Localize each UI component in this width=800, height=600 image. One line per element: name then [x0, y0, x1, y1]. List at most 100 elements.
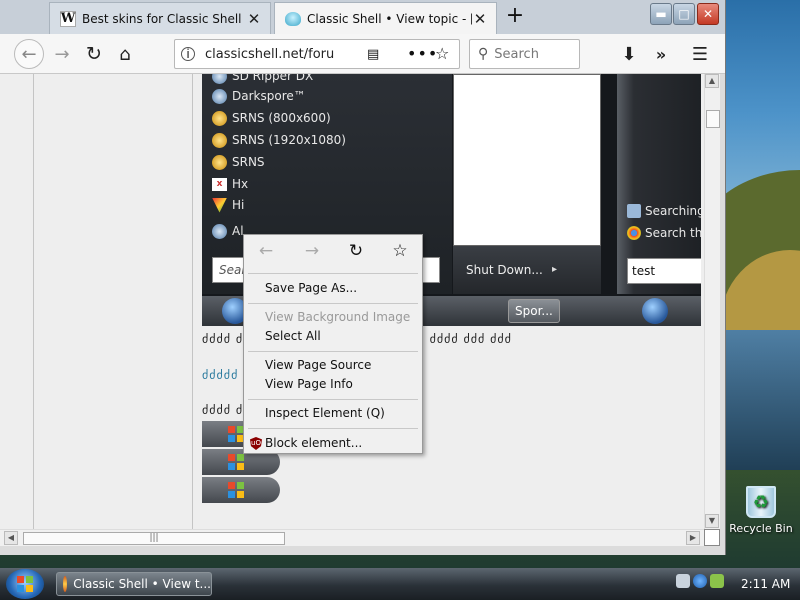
new-tab-button[interactable]: +	[503, 4, 527, 30]
page-content: SD Ripper DX Darkspore™ SRNS (800x600) S…	[0, 74, 704, 529]
menu-item-save-page-as[interactable]: Save Page As...	[265, 281, 357, 295]
forward-button[interactable]: →	[48, 40, 76, 68]
column-divider	[33, 74, 34, 529]
reload-button[interactable]: ↻	[80, 40, 108, 68]
start-item: SD Ripper DX	[212, 74, 313, 86]
close-tab-icon[interactable]: ✕	[472, 10, 488, 28]
search-field-value: test	[627, 258, 701, 284]
vertical-scroll-thumb[interactable]	[706, 110, 720, 128]
app-icon	[212, 132, 227, 148]
shut-down-label: Shut Down...	[466, 263, 543, 277]
horizontal-scrollbar[interactable]: ◀ ||| ▶	[0, 529, 704, 546]
tab-classic-shell[interactable]: Classic Shell • View topic - [Skin ✕	[274, 2, 497, 34]
url-text[interactable]: classicshell.net/foru	[205, 47, 345, 62]
start-item: SRNS (800x600)	[212, 108, 331, 128]
home-button[interactable]: ⌂	[111, 40, 139, 68]
context-menu: ← → ↻ ☆ Save Page As... View Background …	[243, 234, 423, 454]
horizontal-scroll-thumb[interactable]: |||	[23, 532, 285, 545]
tab-title: Best skins for Classic Shell	[82, 11, 242, 26]
app-icon	[212, 110, 227, 126]
start-item: SRNS (1920x1080)	[212, 130, 346, 150]
reader-view-icon[interactable]: ▤	[367, 47, 379, 62]
back-button[interactable]: ←	[14, 39, 44, 69]
close-tab-icon[interactable]: ✕	[246, 10, 262, 28]
bookmark-star-icon[interactable]: ☆	[435, 44, 449, 63]
menu-separator	[248, 428, 418, 429]
taskbar-window-title: Classic Shell • View t...	[73, 577, 211, 591]
close-window-button[interactable]: ✕	[697, 3, 719, 25]
wikipedia-favicon-icon: W	[60, 10, 76, 27]
context-menu-nav: ← → ↻ ☆	[244, 235, 424, 273]
ctx-bookmark-icon[interactable]: ☆	[387, 241, 413, 261]
scroll-down-icon[interactable]: ▼	[705, 514, 719, 528]
wallpaper-lake	[726, 330, 800, 470]
recycle-bin-label: Recycle Bin	[729, 522, 793, 535]
ctx-back-icon[interactable]: ←	[253, 241, 279, 261]
search-input[interactable]: ⚲ Search	[469, 39, 580, 69]
windows-logo-icon	[228, 482, 244, 498]
app-icon: x	[212, 177, 227, 191]
start-item: Hi	[212, 195, 244, 215]
vertical-scrollbar[interactable]: ▲ ▼	[704, 74, 720, 529]
menu-item-view-page-info[interactable]: View Page Info	[265, 377, 353, 391]
menu-item-block-element[interactable]: Block element...	[265, 436, 362, 450]
start-item: x Hx	[212, 174, 248, 194]
minimize-button[interactable]: ▬	[650, 3, 672, 25]
menu-item-view-page-source[interactable]: View Page Source	[265, 358, 371, 372]
app-icon	[212, 223, 227, 239]
search-placeholder: Search	[494, 46, 539, 62]
taskbar-button-screenshot: Spor...	[508, 299, 560, 323]
tab-title: Classic Shell • View topic - [Skin	[307, 11, 472, 26]
app-icon	[212, 74, 227, 84]
menu-item-view-background-image: View Background Image	[265, 310, 411, 324]
result-item: Search the	[627, 226, 701, 240]
tray-volume-icon[interactable]	[710, 574, 724, 588]
classic-shell-favicon-icon	[285, 11, 301, 26]
app-icon	[212, 197, 227, 213]
column-divider	[192, 74, 193, 529]
recycle-symbol-icon: ♻	[746, 486, 776, 518]
chrome-icon	[627, 226, 641, 240]
search-results-pane: Searching... Search the test	[617, 74, 701, 294]
taskbar-window-button[interactable]: Classic Shell • View t...	[56, 572, 212, 596]
menu-item-select-all[interactable]: Select All	[265, 329, 321, 343]
menu-separator	[248, 303, 418, 304]
clock[interactable]: 2:11 AM	[741, 577, 790, 591]
start-item: Darkspore™	[212, 86, 306, 106]
browser-window: W Best skins for Classic Shell ✕ Classic…	[0, 0, 726, 555]
navigation-toolbar: ← → ↻ ⌂ i classicshell.net/foru ▤ ••• ☆ …	[0, 34, 725, 74]
menu-item-inspect-element[interactable]: Inspect Element (Q)	[265, 406, 385, 420]
start-item: Al	[212, 221, 244, 241]
scroll-right-icon[interactable]: ▶	[686, 531, 700, 545]
ublock-shield-icon: uO	[250, 437, 262, 450]
start-right-panel	[453, 74, 601, 246]
start-button[interactable]	[6, 569, 44, 599]
scroll-left-icon[interactable]: ◀	[4, 531, 18, 545]
recycle-bin-icon[interactable]: ♻ Recycle Bin	[726, 486, 796, 535]
search-icon: ⚲	[478, 46, 489, 62]
firefox-icon	[63, 576, 68, 592]
start-orb-icon	[642, 298, 668, 324]
page-actions-icon[interactable]: •••	[407, 44, 438, 63]
start-button-image[interactable]	[202, 477, 280, 503]
tray-network-icon[interactable]	[676, 574, 690, 588]
shut-down-arrow-icon: ▸	[552, 264, 558, 275]
url-bar[interactable]: i classicshell.net/foru ▤ ••• ☆	[174, 39, 460, 69]
downloads-icon[interactable]: ⬇	[615, 40, 643, 68]
scroll-up-icon[interactable]: ▲	[705, 74, 719, 88]
menu-separator	[248, 399, 418, 400]
windows-logo-icon	[228, 454, 244, 470]
ctx-reload-icon[interactable]: ↻	[343, 241, 369, 261]
overflow-menu-icon[interactable]: »	[647, 40, 675, 68]
ctx-forward-icon[interactable]: →	[299, 241, 325, 261]
menu-separator	[248, 351, 418, 352]
site-info-icon[interactable]: i	[181, 47, 195, 61]
maximize-button[interactable]: □	[673, 3, 695, 25]
result-item: Searching...	[627, 204, 701, 218]
post-link[interactable]: ძძძძძ	[202, 368, 238, 382]
hamburger-menu-icon[interactable]: ☰	[686, 40, 714, 68]
windows-logo-icon	[17, 576, 33, 592]
menu-separator	[248, 273, 418, 274]
tray-shield-icon[interactable]	[693, 574, 707, 588]
tab-best-skins[interactable]: W Best skins for Classic Shell ✕	[49, 2, 271, 34]
